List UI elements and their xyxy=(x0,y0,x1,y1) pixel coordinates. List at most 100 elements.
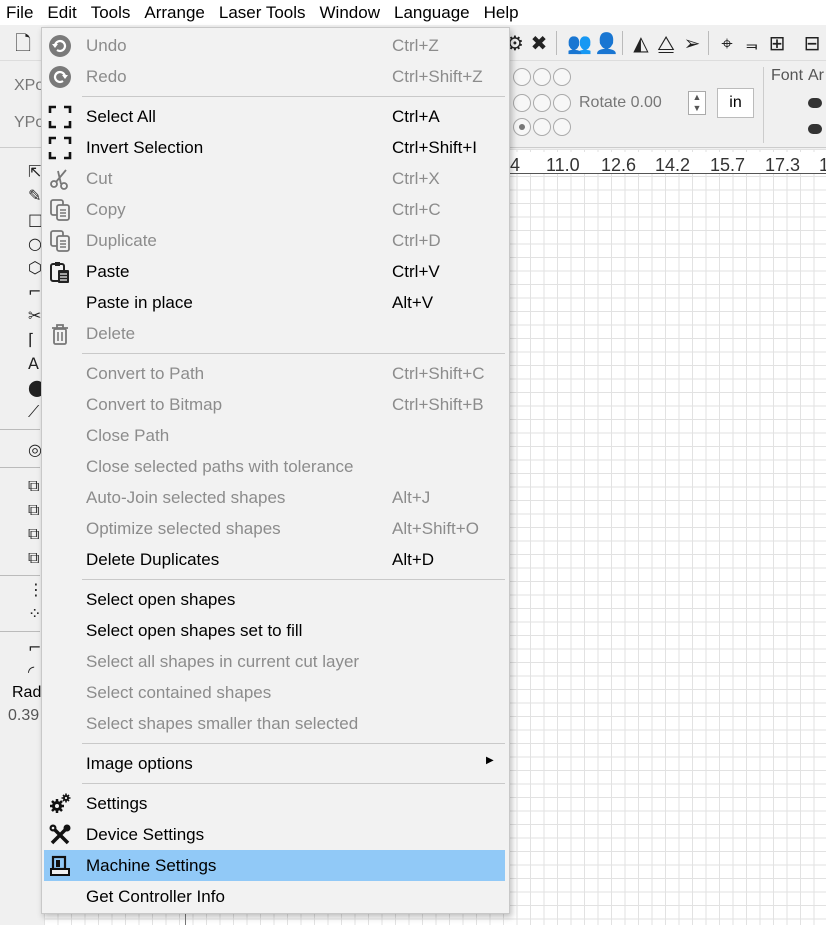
menu-item-optimize-shapes[interactable]: Optimize selected shapes Alt+Shift+O xyxy=(44,513,505,544)
copy-icon xyxy=(50,199,70,221)
menu-item-close-path[interactable]: Close Path xyxy=(44,420,505,451)
toolbar-separator xyxy=(556,31,557,55)
menu-item-label: Select open shapes xyxy=(86,590,236,609)
anchor-top-right[interactable] xyxy=(553,68,571,86)
menu-help[interactable]: Help xyxy=(477,0,526,25)
font-label: Font xyxy=(771,67,804,84)
ungroup-icon[interactable]: 👤 xyxy=(594,31,619,55)
anchor-bottom-center[interactable] xyxy=(533,118,551,136)
menu-item-undo[interactable]: Undo Ctrl+Z xyxy=(44,30,505,61)
menu-item-label: Settings xyxy=(86,794,148,813)
menu-item-auto-join[interactable]: Auto-Join selected shapes Alt+J xyxy=(44,482,505,513)
mirror-horizontal-icon[interactable]: ◭ xyxy=(629,31,653,55)
unit-button[interactable]: in xyxy=(717,88,754,118)
menu-item-label: Paste xyxy=(86,262,130,281)
rotate-spinner[interactable]: ▲ ▼ xyxy=(688,91,706,115)
menu-item-shortcut: Ctrl+D xyxy=(392,231,441,250)
trash-icon xyxy=(52,324,68,345)
send-icon[interactable]: ➢ xyxy=(680,31,704,55)
menu-window[interactable]: Window xyxy=(313,0,387,25)
strip-separator xyxy=(0,467,40,468)
menu-item-device-settings[interactable]: Device Settings xyxy=(44,819,505,850)
menu-item-select-contained[interactable]: Select contained shapes xyxy=(44,677,505,708)
menu-separator xyxy=(82,783,505,784)
align-icon[interactable]: ⫬ xyxy=(740,31,764,55)
menu-item-duplicate[interactable]: Duplicate Ctrl+D xyxy=(44,225,505,256)
menu-item-paste-in-place[interactable]: Paste in place Alt+V xyxy=(44,287,505,318)
menu-item-select-open-shapes-fill[interactable]: Select open shapes set to fill xyxy=(44,615,505,646)
ruler-tick: 12.6 xyxy=(601,155,637,175)
menu-item-image-options[interactable]: Image options ▶ xyxy=(44,748,505,779)
target-icon[interactable]: ⌖ xyxy=(715,31,739,55)
anchor-middle-left[interactable] xyxy=(513,94,531,112)
menu-item-machine-settings[interactable]: Machine Settings xyxy=(44,850,505,881)
menu-item-settings[interactable]: Settings xyxy=(44,788,505,819)
select-all-icon xyxy=(48,105,72,129)
menu-item-shortcut: Ctrl+C xyxy=(392,200,441,219)
menu-item-shortcut: Alt+V xyxy=(392,293,434,312)
menu-item-label: Machine Settings xyxy=(86,856,217,875)
menu-item-shortcut: Ctrl+Shift+C xyxy=(392,364,485,383)
menu-item-shortcut: Ctrl+Shift+B xyxy=(392,395,484,414)
menu-laser-tools[interactable]: Laser Tools xyxy=(212,0,313,25)
menu-item-invert-selection[interactable]: Invert Selection Ctrl+Shift+I xyxy=(44,132,505,163)
menu-item-close-paths-tolerance[interactable]: Close selected paths with tolerance xyxy=(44,451,505,482)
anchor-center[interactable] xyxy=(533,94,551,112)
menu-item-select-all[interactable]: Select All Ctrl+A xyxy=(44,101,505,132)
menu-item-label: Invert Selection xyxy=(86,138,204,157)
menu-tools[interactable]: Tools xyxy=(84,0,138,25)
menu-item-label: Select shapes smaller than selected xyxy=(86,714,359,733)
scissors-icon xyxy=(50,169,68,190)
menu-item-shortcut: Alt+Shift+O xyxy=(392,519,479,538)
anchor-bottom-right[interactable] xyxy=(553,118,571,136)
menu-item-label: Optimize selected shapes xyxy=(86,519,281,538)
strip-separator xyxy=(0,631,40,632)
menu-item-label: Auto-Join selected shapes xyxy=(86,488,286,507)
menu-item-copy[interactable]: Copy Ctrl+C xyxy=(44,194,505,225)
anchor-middle-right[interactable] xyxy=(553,94,571,112)
rotate-field[interactable]: Rotate 0.00 xyxy=(579,94,662,112)
menu-item-cut[interactable]: Cut Ctrl+X xyxy=(44,163,505,194)
toggle-1[interactable] xyxy=(808,98,822,108)
ruler-tick: 4 xyxy=(510,155,521,175)
menu-item-redo[interactable]: Redo Ctrl+Shift+Z xyxy=(44,61,505,92)
anchor-top-center[interactable] xyxy=(533,68,551,86)
duplicate-icon xyxy=(50,230,70,252)
toggle-2[interactable] xyxy=(808,124,822,134)
distribute-icon[interactable]: ⊞ xyxy=(765,31,789,55)
y-position-label: YPo xyxy=(14,114,45,131)
menu-item-convert-to-path[interactable]: Convert to Path Ctrl+Shift+C xyxy=(44,358,505,389)
anchor-bottom-left[interactable] xyxy=(513,118,531,136)
menu-item-label: Undo xyxy=(86,36,127,55)
menu-item-shortcut: Ctrl+X xyxy=(392,169,440,188)
anchor-top-left[interactable] xyxy=(513,68,531,86)
ruler-tick: 15.7 xyxy=(710,155,746,175)
menu-item-paste[interactable]: Paste Ctrl+V xyxy=(44,256,505,287)
strip-separator xyxy=(0,575,40,576)
menu-item-select-open-shapes[interactable]: Select open shapes xyxy=(44,584,505,615)
menu-item-label: Device Settings xyxy=(86,825,205,844)
menu-item-convert-to-bitmap[interactable]: Convert to Bitmap Ctrl+Shift+B xyxy=(44,389,505,420)
menu-language[interactable]: Language xyxy=(387,0,477,25)
mirror-vertical-icon[interactable]: ⧋ xyxy=(654,31,678,55)
menu-item-delete-duplicates[interactable]: Delete Duplicates Alt+D xyxy=(44,544,505,575)
menu-item-select-all-in-layer[interactable]: Select all shapes in current cut layer xyxy=(44,646,505,677)
menu-item-delete[interactable]: Delete xyxy=(44,318,505,349)
tools-icon[interactable]: ✖ xyxy=(527,31,551,55)
menu-item-shortcut: Ctrl+Shift+I xyxy=(392,138,478,157)
menu-arrange[interactable]: Arrange xyxy=(137,0,211,25)
radius-label: Rad xyxy=(12,684,42,701)
menu-item-select-smaller[interactable]: Select shapes smaller than selected xyxy=(44,708,505,739)
menu-item-label: Image options xyxy=(86,754,193,773)
menu-file[interactable]: File xyxy=(0,0,40,25)
radius-value[interactable]: 0.39 xyxy=(8,707,39,725)
menu-item-label: Convert to Bitmap xyxy=(86,395,223,414)
menu-edit[interactable]: Edit xyxy=(40,0,83,25)
menu-item-get-controller-info[interactable]: Get Controller Info xyxy=(44,881,505,912)
group-icon[interactable]: 👥 xyxy=(567,31,592,55)
undo-icon xyxy=(49,35,71,57)
menu-separator xyxy=(82,579,505,580)
new-file-icon[interactable]: 🗋 xyxy=(11,31,35,55)
machine-icon xyxy=(50,855,70,876)
arrange-icon[interactable]: ⊟ xyxy=(800,31,824,55)
